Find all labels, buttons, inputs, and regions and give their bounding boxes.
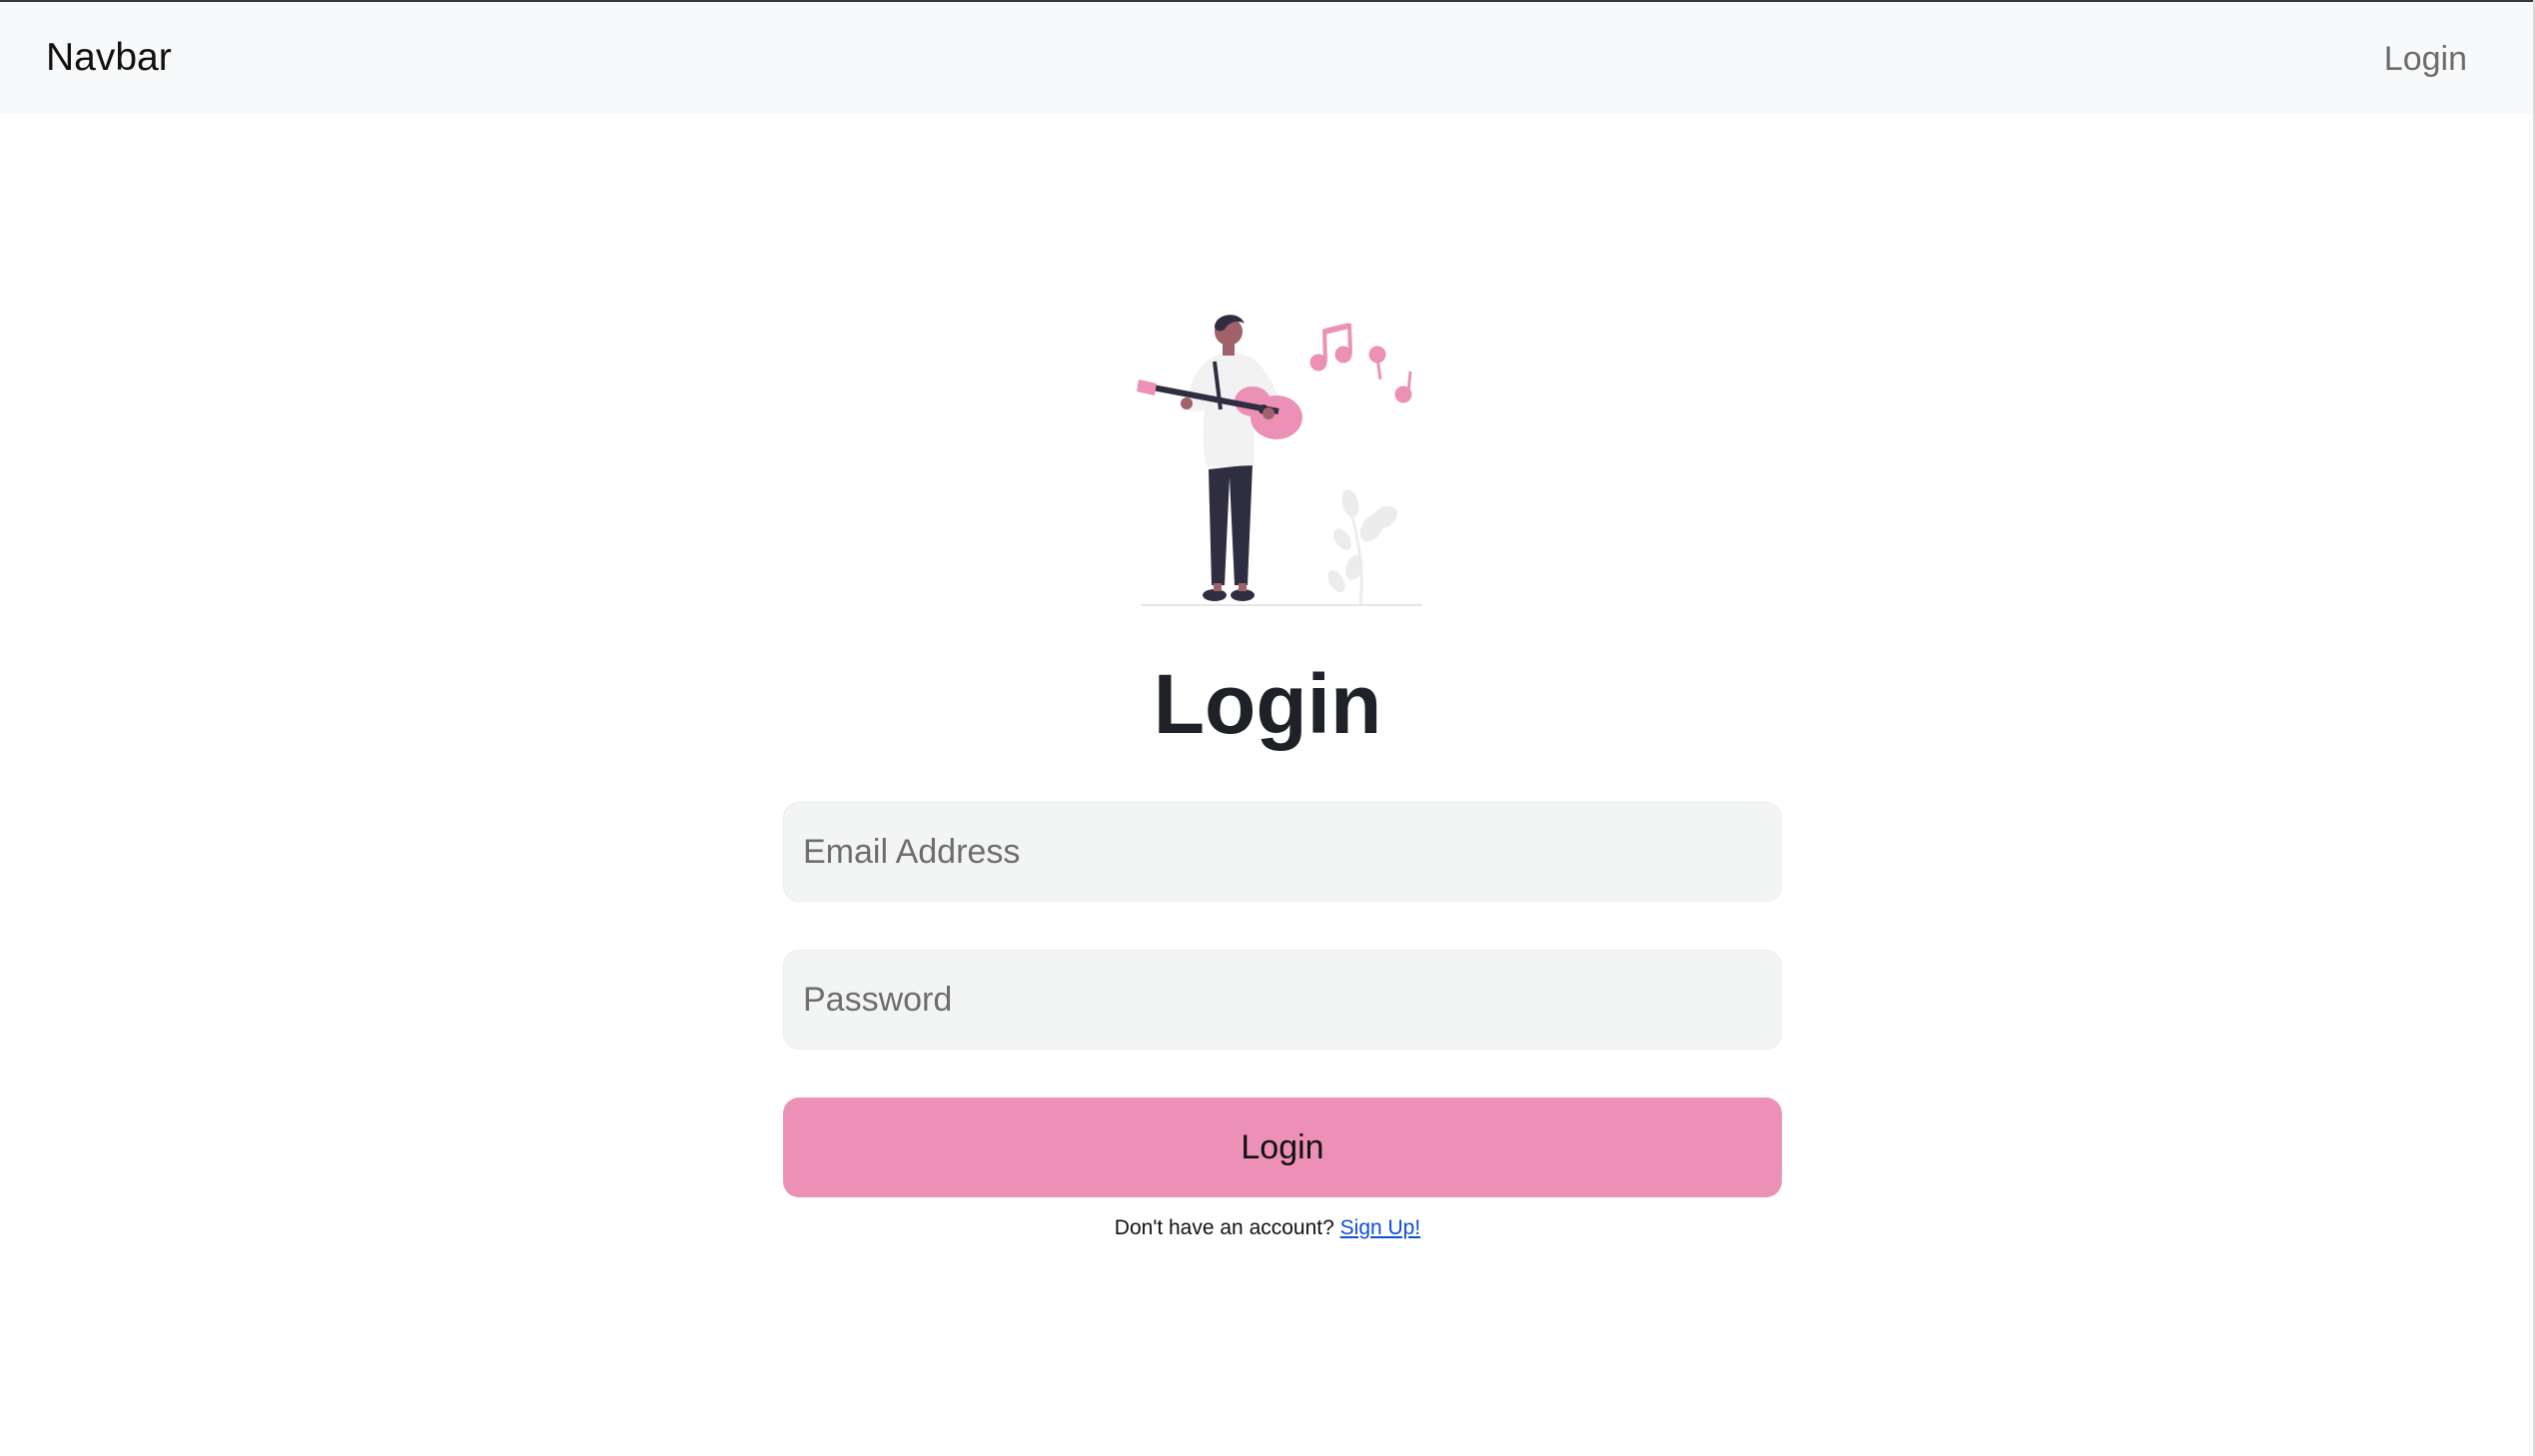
music-notes-icon [1309,323,1412,403]
page-title: Login [1153,657,1382,751]
navbar: Navbar Login [0,2,2533,114]
password-field[interactable] [783,950,1782,1050]
signup-prompt-text: Don't have an account? [1114,1216,1340,1239]
plant-icon [1327,489,1397,605]
navbar-login-link[interactable]: Login [2384,34,2467,84]
guitar-player-illustration [1137,315,1422,606]
email-field[interactable] [783,802,1782,902]
person-figure [1137,315,1302,601]
signup-link[interactable]: Sign Up! [1340,1216,1421,1239]
navbar-brand[interactable]: Navbar [46,32,172,84]
signup-prompt: Don't have an account? Sign Up! [0,1213,2535,1243]
login-button[interactable]: Login [783,1097,1782,1197]
